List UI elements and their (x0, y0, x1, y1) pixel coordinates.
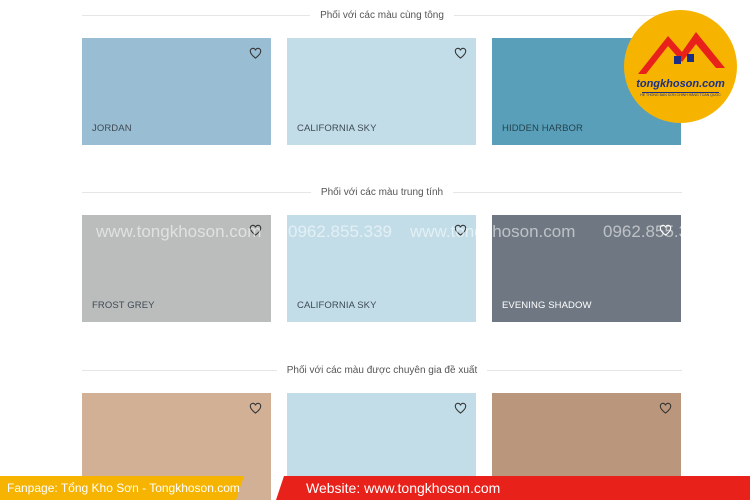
section-title-expert-suggested: Phối với các màu được chuyên gia đề xuất (82, 363, 682, 377)
color-card-label: CALIFORNIA SKY (297, 123, 377, 134)
heart-outline-icon[interactable] (659, 224, 672, 237)
heart-outline-icon[interactable] (249, 224, 262, 237)
section-title-text: Phối với các màu cùng tông (320, 9, 444, 21)
tongkhoson-logo: tongkhoson.com HỆ THỐNG BÁN SƠN CHÍNH HÃ… (624, 10, 737, 123)
website-text: Website: www.tongkhoson.com (306, 480, 501, 496)
fanpage-text: Fanpage: Tổng Kho Sơn - Tongkhoson.com (7, 481, 240, 495)
heart-outline-icon[interactable] (454, 224, 467, 237)
roof-logo-icon (638, 32, 725, 93)
heart-outline-icon[interactable] (454, 402, 467, 415)
page: Phối với các màu cùng tông JORDAN CALIFO… (0, 0, 750, 500)
color-card-evening-shadow[interactable]: EVENING SHADOW (492, 215, 681, 322)
color-card-frost-grey[interactable]: FROST GREY (82, 215, 271, 322)
color-card-california-sky[interactable]: CALIFORNIA SKY (287, 215, 476, 322)
logo-brand-text: tongkhoson.com (636, 78, 725, 90)
color-card-label: HIDDEN HARBOR (502, 123, 584, 134)
heart-outline-icon[interactable] (454, 47, 467, 60)
section-title-neutral: Phối với các màu trung tính (82, 185, 682, 199)
heart-outline-icon[interactable] (249, 47, 262, 60)
color-card-jordan[interactable]: JORDAN (82, 38, 271, 145)
section-title-text: Phối với các màu trung tính (320, 186, 444, 198)
footer-banner: Fanpage: Tổng Kho Sơn - Tongkhoson.com W… (0, 476, 750, 500)
logo-tagline-text: HỆ THỐNG BÁN SƠN CHÍNH HÃNG TOÀN QUỐC (640, 93, 721, 97)
color-card-california-sky[interactable]: CALIFORNIA SKY (287, 38, 476, 145)
color-card-label: FROST GREY (92, 300, 155, 311)
color-card-label: EVENING SHADOW (502, 300, 592, 311)
heart-outline-icon[interactable] (659, 402, 672, 415)
color-card-label: CALIFORNIA SKY (297, 300, 377, 311)
section-title-same-tone: Phối với các màu cùng tông (82, 8, 682, 22)
heart-outline-icon[interactable] (249, 402, 262, 415)
section-title-text: Phối với các màu được chuyên gia đề xuất (286, 364, 478, 376)
color-card-label: JORDAN (92, 123, 132, 134)
